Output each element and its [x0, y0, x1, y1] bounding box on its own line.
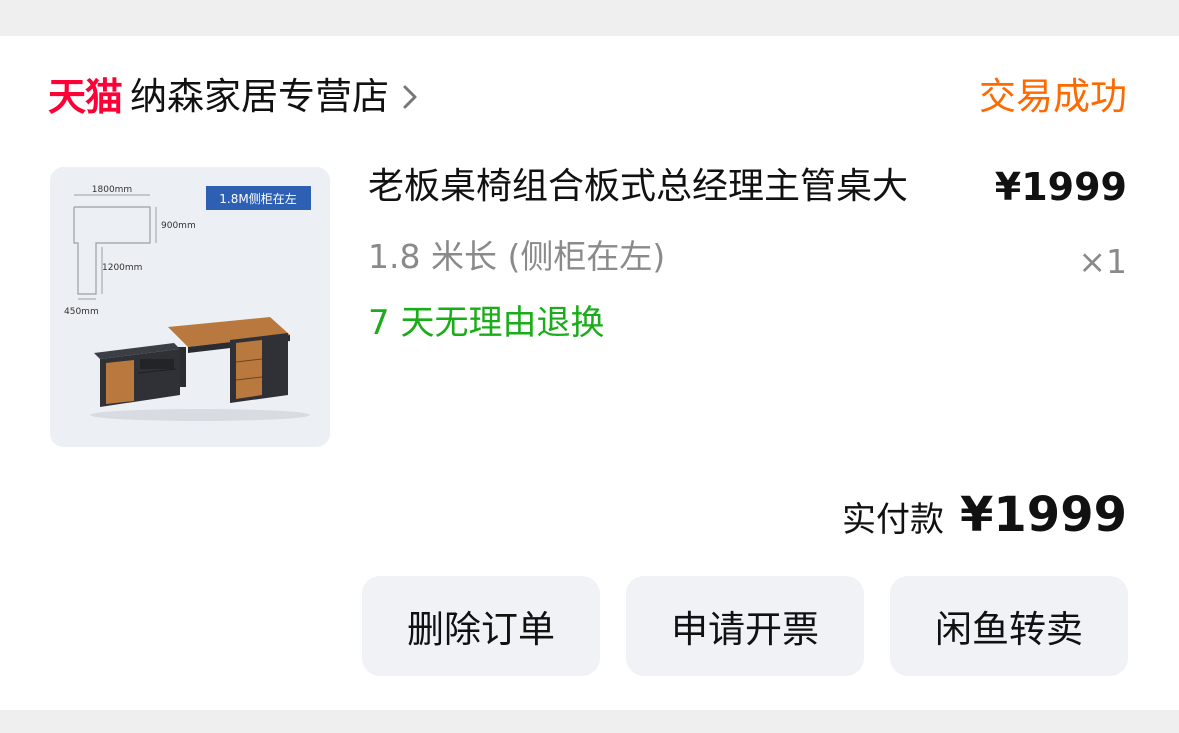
image-badge-text: 1.8M侧柜在左 — [219, 191, 296, 206]
resell-xianyu-button[interactable]: 闲鱼转卖 — [890, 576, 1128, 676]
paid-label: 实付款 — [842, 500, 944, 540]
product-quantity: ×1 — [1078, 242, 1127, 281]
paid-summary: 实付款 ¥1999 — [842, 487, 1127, 543]
request-invoice-button[interactable]: 申请开票 — [626, 576, 864, 676]
product-title[interactable]: 老板桌椅组合板式总经理主管桌大 — [368, 164, 908, 210]
product-price: ¥1999 — [994, 165, 1127, 209]
image-return-length-label: 1200mm — [102, 263, 142, 273]
tmall-logo: 天猫 — [48, 75, 123, 119]
chevron-right-icon[interactable] — [401, 82, 423, 112]
store-link[interactable]: 天猫 纳森家居专营店 — [48, 74, 423, 120]
product-variant: 1.8 米长 (侧柜在左) — [368, 237, 666, 276]
image-width-label: 1800mm — [92, 185, 132, 195]
image-depth-label: 900mm — [161, 221, 196, 231]
product-image[interactable]: 1.8M侧柜在左 1800mm 900mm 1200mm 450mm — [50, 167, 330, 447]
order-card: 天猫 纳森家居专营店 交易成功 1.8M侧柜在左 1800mm 900mm 12… — [0, 36, 1179, 710]
service-tag: 7 天无理由退换 — [368, 303, 605, 343]
image-return-width-label: 450mm — [64, 307, 99, 317]
store-name[interactable]: 纳森家居专营店 — [130, 74, 389, 120]
desk-illustration: 1.8M侧柜在左 1800mm 900mm 1200mm 450mm — [50, 167, 330, 447]
paid-amount: ¥1999 — [960, 487, 1127, 543]
delete-order-button[interactable]: 删除订单 — [362, 576, 600, 676]
order-status: 交易成功 — [979, 75, 1127, 118]
